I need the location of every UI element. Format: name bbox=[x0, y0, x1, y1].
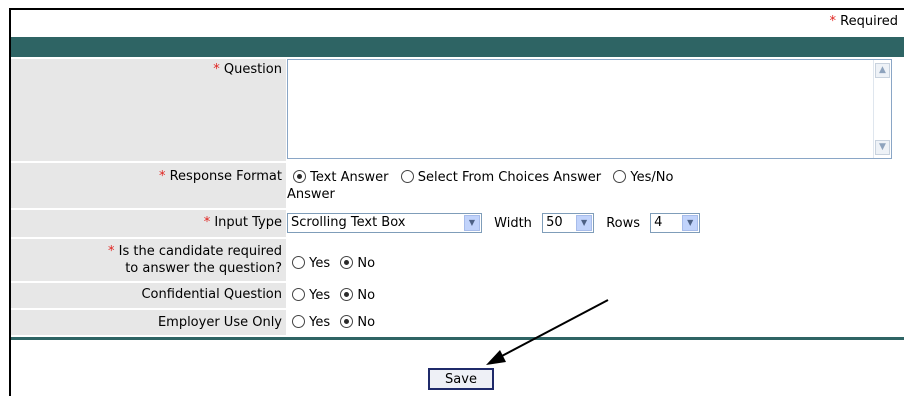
annotation-arrow-icon bbox=[486, 299, 609, 365]
save-button[interactable]: Save bbox=[428, 368, 494, 390]
